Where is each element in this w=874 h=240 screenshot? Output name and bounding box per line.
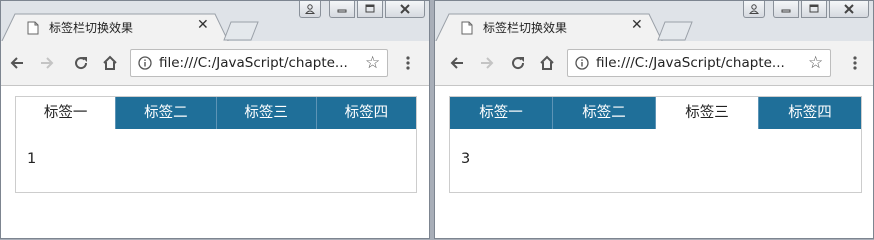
tab-widget: 标签一 标签二 标签三 标签四 1: [15, 96, 417, 193]
back-arrow-icon[interactable]: [7, 53, 27, 73]
back-arrow-icon[interactable]: [447, 53, 467, 73]
tab-bar: 标签一 标签二 标签三 标签四: [16, 97, 416, 129]
tab-bar: 标签一 标签二 标签三 标签四: [450, 97, 861, 129]
page-viewport: 标签一 标签二 标签三 标签四 3: [435, 86, 873, 238]
tab-panel-content: 3: [461, 151, 471, 167]
url-text: file:///C:/JavaScript/chapte...: [596, 55, 785, 71]
star-icon[interactable]: ☆: [808, 54, 823, 72]
home-icon[interactable]: [537, 53, 557, 73]
url-text: file:///C:/JavaScript/chapte...: [159, 55, 348, 71]
info-icon[interactable]: [138, 55, 152, 74]
tab-1[interactable]: 标签一: [16, 97, 117, 129]
close-icon[interactable]: ✕: [197, 17, 209, 33]
forward-arrow-icon[interactable]: [477, 53, 497, 73]
menu-icon[interactable]: [398, 53, 418, 73]
page-icon: [461, 20, 473, 39]
tab-2[interactable]: 标签二: [553, 97, 656, 129]
reload-icon[interactable]: [508, 53, 528, 73]
star-icon[interactable]: ☆: [365, 54, 380, 72]
browser-window-left: 标签栏切换效果 ✕ file:///C:/JavaScript/chapte..…: [0, 0, 430, 239]
reload-icon[interactable]: [71, 53, 91, 73]
browser-tabstrip: 标签栏切换效果 ✕: [1, 1, 429, 43]
tab-panel-content: 1: [27, 151, 37, 167]
page-viewport: 标签一 标签二 标签三 标签四 1: [1, 86, 429, 238]
menu-icon[interactable]: [845, 53, 865, 73]
address-bar[interactable]: file:///C:/JavaScript/chapte... ☆: [130, 49, 388, 77]
browser-tabstrip: 标签栏切换效果 ✕: [435, 1, 873, 43]
browser-toolbar: file:///C:/JavaScript/chapte... ☆: [1, 41, 429, 86]
browser-tab[interactable]: 标签栏切换效果 ✕: [1, 13, 229, 43]
tab-4[interactable]: 标签四: [316, 97, 416, 129]
tab-2[interactable]: 标签二: [116, 97, 217, 129]
browser-tab[interactable]: 标签栏切换效果 ✕: [435, 13, 663, 43]
browser-tab-title: 标签栏切换效果: [49, 21, 134, 35]
info-icon[interactable]: [575, 55, 589, 74]
forward-arrow-icon[interactable]: [37, 53, 57, 73]
tab-widget: 标签一 标签二 标签三 标签四 3: [449, 96, 862, 193]
browser-toolbar: file:///C:/JavaScript/chapte... ☆: [435, 41, 873, 86]
home-icon[interactable]: [100, 53, 120, 73]
close-icon[interactable]: ✕: [631, 17, 643, 33]
page-icon: [27, 20, 39, 39]
tab-3[interactable]: 标签三: [656, 97, 759, 129]
address-bar[interactable]: file:///C:/JavaScript/chapte... ☆: [567, 49, 831, 77]
browser-window-right: 标签栏切换效果 ✕ file:///C:/JavaScript/chapte..…: [434, 0, 874, 239]
tab-1[interactable]: 标签一: [450, 97, 553, 129]
tab-4[interactable]: 标签四: [759, 97, 861, 129]
tab-3[interactable]: 标签三: [216, 97, 317, 129]
browser-tab-title: 标签栏切换效果: [483, 21, 568, 35]
